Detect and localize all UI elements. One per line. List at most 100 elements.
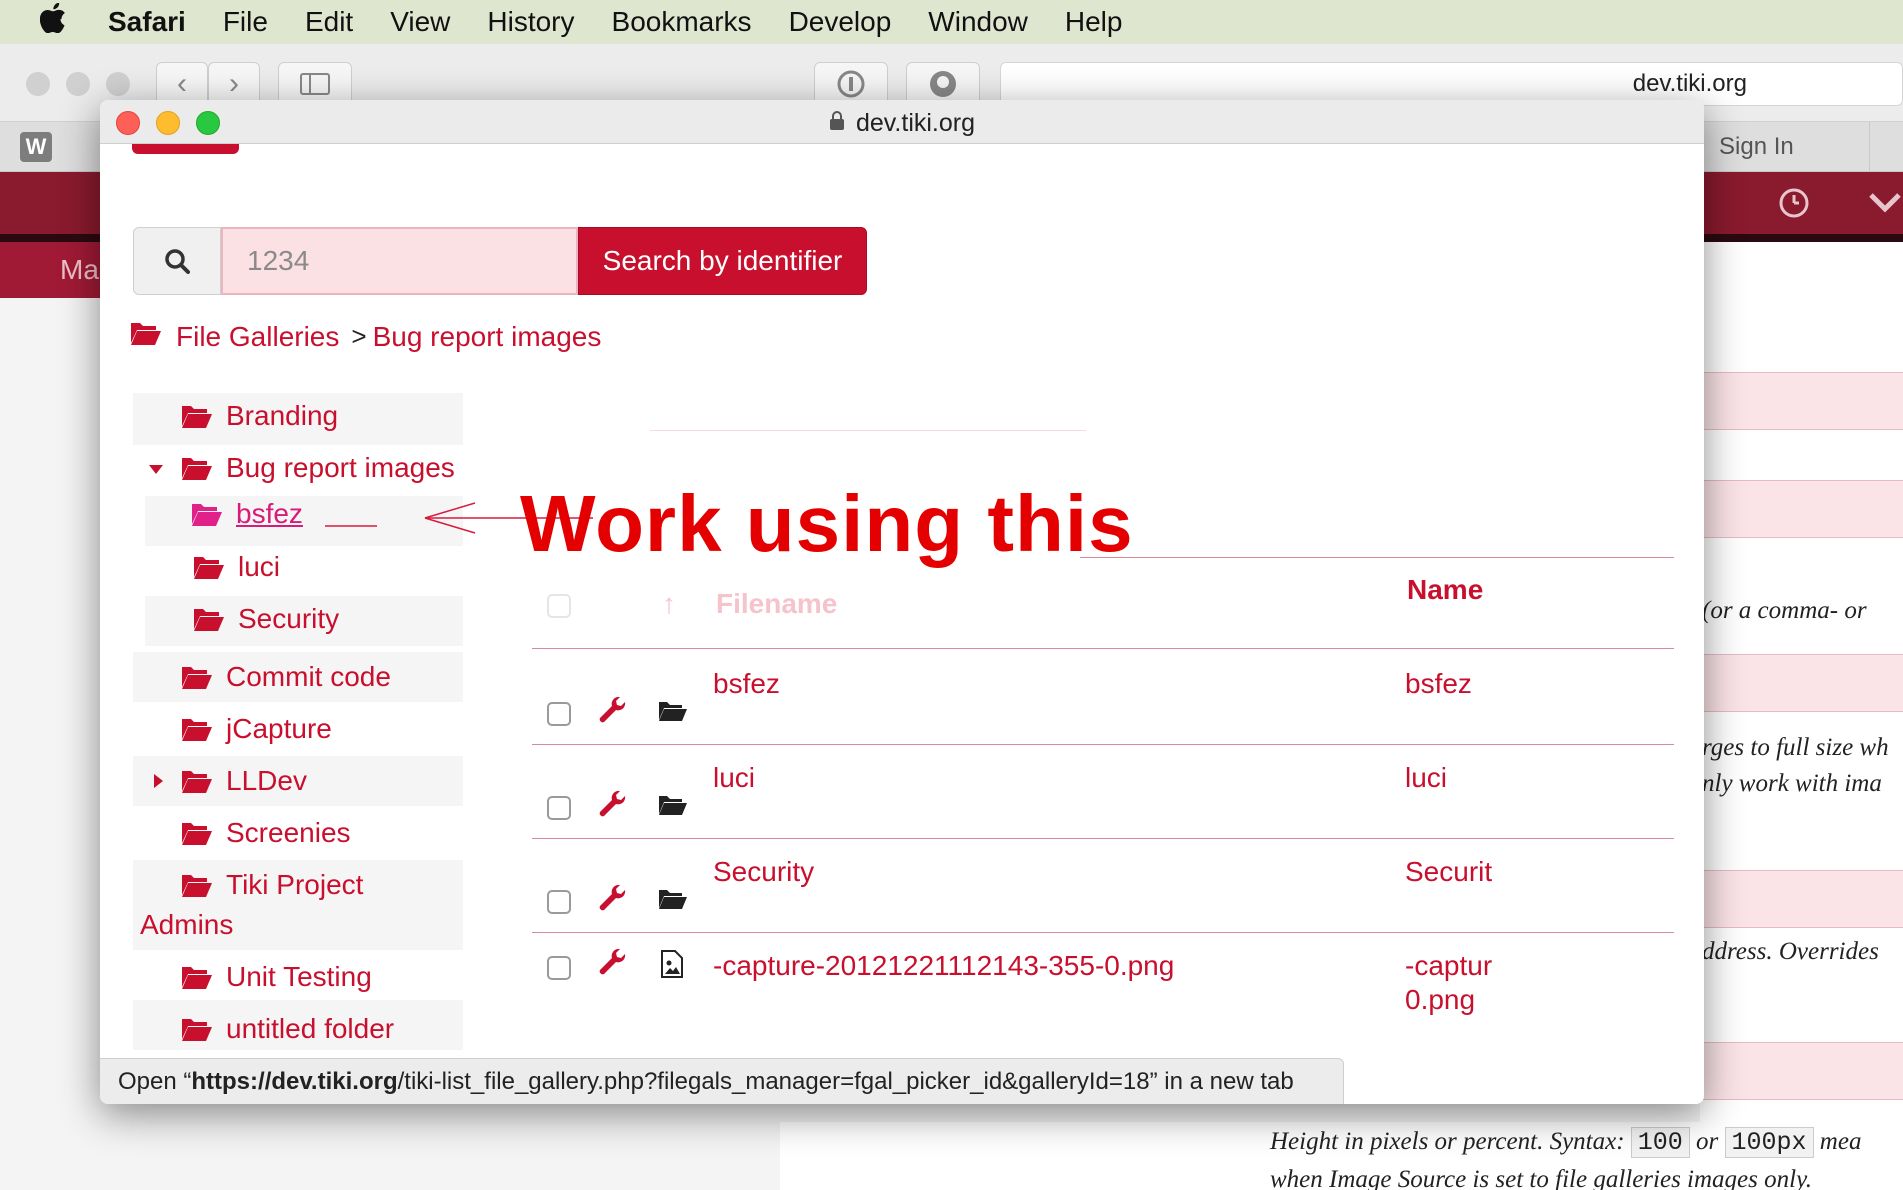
bg-hint-text: (or a comma- or — [1702, 597, 1867, 624]
menu-bar: Safari File Edit View History Bookmarks … — [0, 0, 1903, 44]
tree-item-untitled-folder[interactable]: untitled folder — [180, 1013, 394, 1045]
cut-off-button — [132, 144, 239, 154]
link-status-bar: Open “https://dev.tiki.org/tiki-list_fil… — [100, 1058, 1344, 1104]
folder-icon — [659, 796, 687, 815]
bg-zoom-dot[interactable] — [106, 72, 130, 96]
header-filename[interactable]: Filename — [716, 588, 837, 620]
popup-title-bar: dev.tiki.org — [100, 100, 1704, 144]
tree-item-unit-testing[interactable]: Unit Testing — [180, 961, 372, 993]
menu-window[interactable]: Window — [928, 6, 1028, 38]
sign-in-link[interactable]: Sign In — [1700, 122, 1870, 172]
popup-url: dev.tiki.org — [100, 100, 1704, 144]
status-prefix: Open “ — [118, 1068, 192, 1095]
menu-safari[interactable]: Safari — [108, 6, 186, 38]
folder-open-icon — [182, 875, 212, 897]
folder-icon — [659, 890, 687, 909]
tree-label: Security — [238, 603, 340, 634]
tree-label: Unit Testing — [226, 961, 372, 992]
tree-item-luci[interactable]: luci — [192, 551, 280, 583]
row-filename[interactable]: Security — [713, 856, 814, 888]
row-name[interactable]: -captur — [1405, 950, 1492, 982]
menu-bookmarks[interactable]: Bookmarks — [612, 6, 752, 38]
tree-label: untitled folder — [226, 1013, 395, 1044]
row-name[interactable]: bsfez — [1405, 668, 1472, 700]
code-sample: 100 — [1630, 1127, 1690, 1158]
row-name[interactable]: Securit — [1405, 856, 1492, 888]
tree-item-branding[interactable]: Branding — [180, 400, 338, 432]
file-picker-popup: dev.tiki.org Search by identifier File G… — [100, 100, 1704, 1104]
status-suffix: ” in a new tab — [1149, 1068, 1294, 1095]
caret-right-icon[interactable] — [152, 773, 164, 794]
row-name-continued[interactable]: 0.png — [1405, 984, 1475, 1016]
clock-icon[interactable] — [1778, 187, 1810, 227]
folder-open-icon — [192, 504, 222, 526]
bg-sub-tab[interactable]: Ma — [0, 242, 110, 298]
wrench-icon[interactable] — [598, 790, 628, 820]
tree-item-tiki-project-admins[interactable]: Tiki Project — [180, 869, 363, 901]
bg-help-text: Height in pixels or percent. Syntax: 100… — [780, 1122, 1903, 1190]
caret-down-icon[interactable] — [148, 462, 164, 480]
wrench-icon[interactable] — [598, 948, 628, 978]
tree-label: LLDev — [226, 765, 307, 796]
bg-field-pink — [1700, 870, 1903, 928]
sort-icon[interactable]: ↑ — [662, 588, 676, 620]
popup-url-text: dev.tiki.org — [855, 109, 976, 137]
table-divider — [532, 744, 1674, 745]
select-all-checkbox[interactable] — [547, 594, 571, 618]
menu-edit[interactable]: Edit — [305, 6, 353, 38]
row-name[interactable]: luci — [1405, 762, 1447, 794]
row-filename[interactable]: bsfez — [713, 668, 780, 700]
tree-label: Commit code — [226, 661, 391, 692]
tree-item-bsfez[interactable]: bsfez — [190, 498, 303, 530]
bg-form-panel: (or a comma- or rges to full size wh nly… — [1700, 242, 1903, 1190]
folder-open-icon — [130, 320, 162, 353]
menu-file[interactable]: File — [223, 6, 268, 38]
row-filename[interactable]: -capture-20121221112143-355-0.png — [713, 950, 1174, 982]
height-hint: Height in pixels or percent. Syntax: — [1270, 1128, 1625, 1155]
folder-open-icon — [182, 1019, 212, 1041]
bg-minimize-dot[interactable] — [66, 72, 90, 96]
folder-open-icon — [182, 967, 212, 989]
chevron-down-icon[interactable] — [1868, 184, 1902, 223]
search-icon — [133, 227, 221, 295]
tree-item-lldev[interactable]: LLDev — [180, 765, 307, 797]
tree-item-security[interactable]: Security — [192, 603, 339, 635]
identifier-input[interactable] — [221, 227, 578, 295]
row-checkbox[interactable] — [547, 796, 571, 820]
wiki-tab-icon[interactable]: W — [20, 132, 52, 162]
tree-label: luci — [238, 551, 281, 582]
tree-item-commit-code[interactable]: Commit code — [180, 661, 391, 693]
row-checkbox[interactable] — [547, 702, 571, 726]
apple-icon[interactable] — [39, 2, 90, 41]
folder-icon — [659, 702, 687, 721]
menu-history[interactable]: History — [487, 6, 574, 38]
search-by-identifier-button[interactable]: Search by identifier — [578, 227, 867, 295]
menu-help[interactable]: Help — [1065, 6, 1123, 38]
bg-close-dot[interactable] — [26, 72, 50, 96]
tree-item-bug-report-images[interactable]: Bug report images — [180, 452, 455, 484]
tree-label: bsfez — [236, 498, 303, 529]
bg-hint-text: nly work with ima — [1702, 770, 1882, 797]
status-path: /tiki-list_file_gallery.php?filegals_man… — [397, 1068, 1150, 1095]
wrench-icon[interactable] — [598, 696, 628, 726]
breadcrumb-root[interactable]: File Galleries — [176, 321, 339, 353]
header-name[interactable]: Name — [1407, 574, 1483, 606]
breadcrumb-current[interactable]: Bug report images — [373, 321, 602, 353]
tree-label: Branding — [226, 400, 339, 431]
bg-hint-text: rges to full size wh — [1702, 734, 1889, 761]
code-sample: 100px — [1724, 1127, 1814, 1158]
bg-hint-text: ddress. Overrides — [1702, 938, 1879, 965]
tree-label-continued[interactable]: Admins — [140, 909, 233, 941]
tree-label: Screenies — [226, 817, 351, 848]
row-filename[interactable]: luci — [713, 762, 755, 794]
menu-develop[interactable]: Develop — [789, 6, 892, 38]
tree-item-screenies[interactable]: Screenies — [180, 817, 351, 849]
tree-item-jcapture[interactable]: jCapture — [180, 713, 332, 745]
or-text: or — [1696, 1128, 1719, 1155]
status-host: https://dev.tiki.org — [191, 1068, 398, 1095]
wrench-icon[interactable] — [598, 884, 628, 914]
lock-icon — [829, 111, 850, 135]
row-checkbox[interactable] — [547, 956, 571, 980]
menu-view[interactable]: View — [390, 6, 450, 38]
row-checkbox[interactable] — [547, 890, 571, 914]
